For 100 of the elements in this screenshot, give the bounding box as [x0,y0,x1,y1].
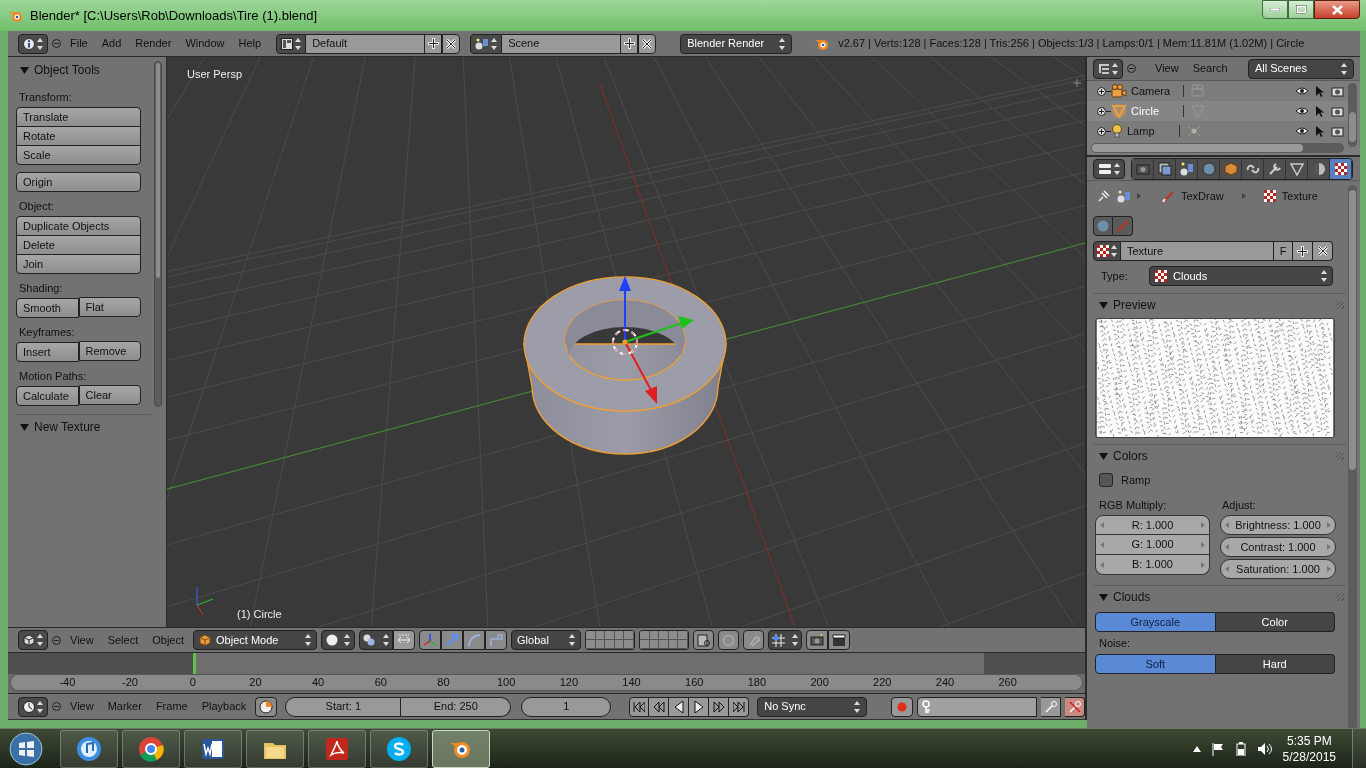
menu-item[interactable]: Frame [150,698,193,715]
proportional-editing-toggle[interactable] [718,630,740,650]
breadcrumb-item[interactable]: Texture [1281,187,1318,205]
insert-keyframe-button[interactable] [1041,696,1062,717]
add-scene-button[interactable] [620,33,639,54]
show-desktop-button[interactable] [1352,728,1366,768]
panel-header[interactable]: Clouds [1093,586,1346,608]
rotate-toggle[interactable] [463,630,486,650]
menu-item[interactable]: Help [233,35,267,52]
up-down-arrows-icon[interactable] [37,634,43,646]
up-down-arrows-icon[interactable] [1341,62,1347,75]
panel-header[interactable]: New Texture [16,417,151,437]
texture-type-dropdown[interactable]: Clouds [1149,266,1333,286]
tool-button[interactable]: Rotate [16,126,141,146]
menu-item[interactable]: View [65,698,99,715]
add-layout-button[interactable] [424,33,443,54]
transform-manipulator-drawing[interactable] [612,276,694,404]
layer-toggles[interactable] [639,630,690,650]
show-hidden-icons-icon[interactable] [1192,745,1201,752]
tool-button[interactable]: Insert [16,342,79,362]
delete-keyframe-button[interactable] [1065,696,1085,717]
tool-button[interactable]: Smooth [16,298,79,318]
breadcrumb-item[interactable]: TexDraw [1181,187,1224,205]
render-engine-dropdown[interactable]: Blender Render [680,33,793,54]
jump-to-keyframe-button[interactable] [649,696,670,717]
clock[interactable]: 5:35 PM 5/28/2015 [1282,732,1336,765]
scrollbar[interactable] [1348,185,1357,731]
shading-dropdown[interactable] [321,630,356,650]
end-frame-field[interactable]: End: 250 [401,696,512,717]
sync-mode-dropdown[interactable]: No Sync [757,696,868,717]
editor-type-button[interactable] [1093,58,1123,79]
world-texture-toggle[interactable] [1093,216,1113,236]
toggle-option[interactable]: Soft [1095,654,1216,674]
close-button[interactable] [1314,0,1360,19]
flag-icon[interactable] [1210,741,1225,756]
up-down-arrows-icon[interactable] [1111,245,1117,257]
editor-type-button[interactable] [1093,158,1125,179]
toggle-option[interactable]: Color [1215,612,1335,632]
up-down-arrows-icon[interactable] [1114,162,1120,175]
outliner-row[interactable]: Circle [1087,101,1348,121]
up-down-arrows-icon[interactable] [37,37,43,50]
editor-type-button[interactable] [18,696,48,717]
start-frame-field[interactable]: Start: 1 [285,696,402,717]
menu-item[interactable]: Render [130,35,177,52]
properties-tab[interactable] [1220,158,1242,179]
cursor-arrow-icon[interactable] [1315,105,1325,117]
fake-user-button[interactable]: F [1273,241,1293,261]
up-down-arrows-icon[interactable] [344,634,351,646]
eye-icon[interactable] [1295,106,1309,116]
plus-icon[interactable] [1073,79,1081,87]
properties-tab[interactable] [1132,158,1154,179]
speaker-icon[interactable] [1256,741,1273,756]
menu-item[interactable]: File [65,35,93,52]
delete-scene-button[interactable] [638,33,657,54]
checkbox[interactable] [1099,473,1113,487]
tool-button[interactable]: Calculate [16,386,79,406]
up-down-arrows-icon[interactable] [491,37,498,50]
manipulator-toggle[interactable] [393,630,416,650]
tool-button[interactable]: Flat [78,297,141,317]
properties-tab[interactable] [1154,158,1176,179]
up-down-arrows-icon[interactable] [383,634,390,646]
up-down-arrows-icon[interactable] [569,634,576,646]
layout-name-field[interactable]: Default [306,33,425,54]
eye-icon[interactable] [1295,126,1309,136]
up-down-arrows-icon[interactable] [1112,62,1118,75]
up-down-arrows-icon[interactable] [305,634,312,646]
up-down-arrows-icon[interactable] [295,37,302,50]
collapse-menu-icon[interactable] [1127,64,1136,73]
tool-button[interactable]: Duplicate Objects [16,216,141,236]
menu-item[interactable]: Window [180,35,230,52]
screen-layout-button[interactable] [276,33,307,54]
number-field[interactable]: G: 1.000 [1095,535,1210,555]
texture-browse-button[interactable] [1093,241,1121,261]
number-field[interactable]: Contrast: 1.000 [1220,537,1336,557]
menu-item[interactable]: Object [147,631,190,649]
keying-button[interactable] [255,696,278,717]
move-toggle[interactable] [441,630,464,650]
up-down-arrows-icon[interactable] [854,700,861,713]
outliner-row[interactable]: Lamp [1087,121,1348,141]
tool-button[interactable]: Scale [16,145,141,165]
menu-item[interactable]: View [1150,60,1184,77]
up-down-arrows-icon[interactable] [792,634,799,646]
lock-camera-toggle[interactable] [693,630,715,650]
tool-button[interactable]: Clear [78,385,141,405]
scene-name-field[interactable]: Scene [502,33,621,54]
number-field[interactable]: Brightness: 1.000 [1220,515,1336,535]
menu-item[interactable]: Marker [102,698,147,715]
orientation-dropdown[interactable]: Global [511,630,582,650]
fast-forward-button[interactable] [709,696,730,717]
scene-selector-button[interactable] [470,33,503,54]
jump-to-end-button[interactable] [729,696,750,717]
render-animation-button[interactable] [828,630,851,650]
minimize-button[interactable] [1262,0,1288,19]
camera-icon[interactable] [1331,105,1344,117]
properties-tab[interactable] [1286,158,1308,179]
tool-button[interactable]: Join [16,254,141,274]
scrollbar[interactable] [154,61,162,407]
menu-item[interactable]: View [65,631,99,649]
tool-button[interactable]: Delete [16,235,141,255]
new-texture-button[interactable] [1293,241,1313,261]
